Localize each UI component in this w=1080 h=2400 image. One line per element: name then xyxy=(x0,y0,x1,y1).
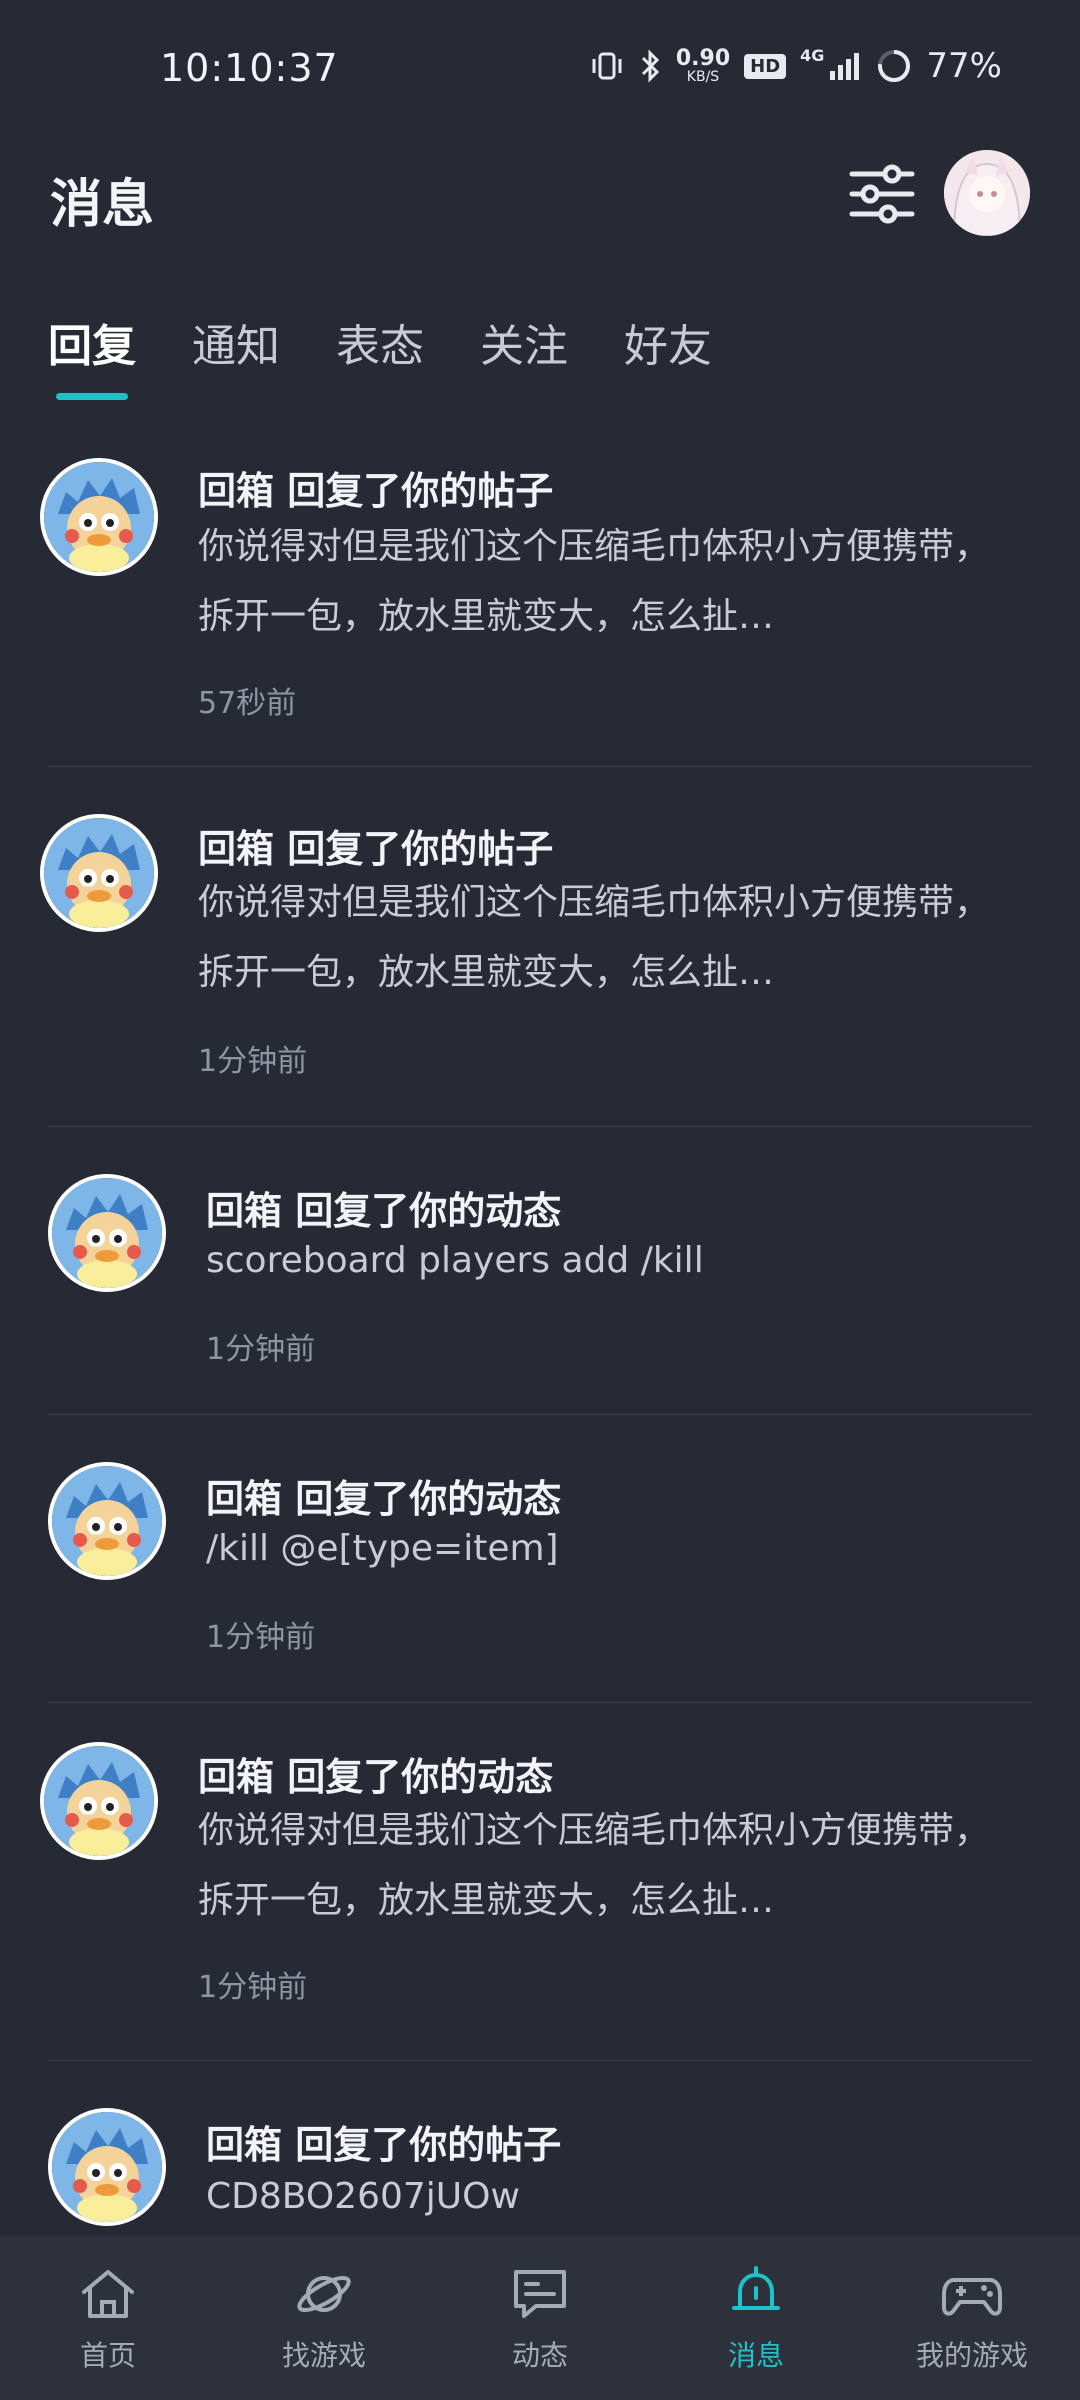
tab-follow[interactable]: 关注 xyxy=(480,310,568,396)
sender-avatar[interactable] xyxy=(48,1462,166,1580)
nav-my-games[interactable]: 我的游戏 xyxy=(872,2262,1072,2374)
user-avatar[interactable] xyxy=(944,150,1030,236)
nav-label: 我的游戏 xyxy=(915,2339,1028,2372)
gamepad-icon xyxy=(942,2278,1002,2316)
message-body: CD8BO2607jUOw xyxy=(206,2176,520,2217)
tab-reply[interactable]: 回复 xyxy=(48,310,136,400)
message-title: 回箱 回复了你的动态 xyxy=(198,1755,554,1799)
signal-icon xyxy=(830,53,860,80)
speed-value: 0.90 xyxy=(675,46,731,71)
home-icon xyxy=(82,2270,134,2318)
nav-feed[interactable]: 动态 xyxy=(440,2262,640,2374)
divider xyxy=(48,1126,1032,1127)
message-title: 回箱 回复了你的帖子 xyxy=(198,469,554,513)
message-time: 1分钟前 xyxy=(198,1044,308,1079)
divider xyxy=(48,1414,1032,1415)
message-time: 57秒前 xyxy=(198,686,297,721)
list-item[interactable]: 回箱 回复了你的动态 你说得对但是我们这个压缩毛巾体积小方便携带，拆开一包，放水… xyxy=(0,1704,1080,2062)
list-item[interactable]: 回箱 回复了你的帖子 你说得对但是我们这个压缩毛巾体积小方便携带，拆开一包，放水… xyxy=(0,420,1080,768)
list-item[interactable]: 回箱 回复了你的动态 /kill @e[type=item] 1分钟前 xyxy=(0,1416,1080,1704)
sender-avatar[interactable] xyxy=(40,458,158,576)
sender-avatar[interactable] xyxy=(40,1742,158,1860)
message-body: 你说得对但是我们这个压缩毛巾体积小方便携带，拆开一包，放水里就变大，怎么扯… xyxy=(198,882,991,993)
message-time: 1分钟前 xyxy=(198,1970,308,2005)
cartoon-avatar-icon xyxy=(44,818,154,928)
network-speed: 0.90 KB/S xyxy=(675,46,731,85)
nav-label: 找游戏 xyxy=(281,2339,366,2372)
nav-label: 消息 xyxy=(727,2339,784,2372)
bluetooth-icon xyxy=(641,49,659,83)
divider xyxy=(48,2060,1032,2061)
battery-percent: 77% xyxy=(926,46,1002,86)
message-body: /kill @e[type=item] xyxy=(206,1528,559,1569)
hd-badge: HD xyxy=(744,53,787,79)
divider xyxy=(48,1702,1032,1703)
message-tabs: 回复 通知 表态 关注 好友 xyxy=(48,310,712,400)
bottom-nav: 首页 找游戏 动态 消息 我的游戏 xyxy=(0,2236,1080,2400)
cartoon-avatar-icon xyxy=(44,462,154,572)
message-body: 你说得对但是我们这个压缩毛巾体积小方便携带，拆开一包，放水里就变大，怎么扯… xyxy=(198,526,991,637)
status-time: 10:10:37 xyxy=(160,46,339,90)
cartoon-avatar-icon xyxy=(52,1466,162,1576)
sliders-icon xyxy=(849,164,915,224)
message-title: 回箱 回复了你的帖子 xyxy=(198,827,554,871)
anime-avatar-icon xyxy=(944,150,1030,236)
nav-label: 动态 xyxy=(511,2339,568,2372)
message-body: scoreboard players add /kill xyxy=(206,1240,704,1281)
bell-icon xyxy=(732,2266,780,2310)
tab-notice[interactable]: 通知 xyxy=(192,310,280,396)
nav-find-games[interactable]: 找游戏 xyxy=(224,2262,424,2374)
message-time: 1分钟前 xyxy=(206,1332,316,1367)
status-icons: 0.90 KB/S HD 4G 77% xyxy=(590,46,1002,86)
speed-unit: KB/S xyxy=(686,69,720,85)
nav-home[interactable]: 首页 xyxy=(8,2262,208,2374)
cartoon-avatar-icon xyxy=(44,1746,154,1856)
message-time: 1分钟前 xyxy=(206,1620,316,1655)
network-type: 4G xyxy=(800,46,825,65)
nav-messages[interactable]: 消息 xyxy=(656,2262,856,2374)
chat-icon xyxy=(514,2270,566,2318)
list-item[interactable]: 回箱 回复了你的动态 scoreboard players add /kill … xyxy=(0,1128,1080,1416)
tab-reaction[interactable]: 表态 xyxy=(336,310,424,396)
cartoon-avatar-icon xyxy=(52,1178,162,1288)
sender-avatar[interactable] xyxy=(48,2108,166,2226)
divider xyxy=(48,766,1032,767)
message-body: 你说得对但是我们这个压缩毛巾体积小方便携带，拆开一包，放水里就变大，怎么扯… xyxy=(198,1810,991,1921)
planet-icon xyxy=(297,2275,351,2313)
nav-label: 首页 xyxy=(79,2339,136,2372)
cartoon-avatar-icon xyxy=(52,2112,162,2222)
tab-friends[interactable]: 好友 xyxy=(624,310,712,396)
sender-avatar[interactable] xyxy=(48,1174,166,1292)
vibrate-icon xyxy=(592,52,622,80)
status-bar: 10:10:37 0.90 KB/S HD 4G 77% xyxy=(0,0,1080,140)
battery-ring-icon xyxy=(878,50,911,82)
sender-avatar[interactable] xyxy=(40,814,158,932)
list-item[interactable]: 回箱 回复了你的帖子 你说得对但是我们这个压缩毛巾体积小方便携带，拆开一包，放水… xyxy=(0,768,1080,1128)
page-title: 消息 xyxy=(50,175,155,235)
filter-button[interactable] xyxy=(846,160,918,228)
list-item[interactable]: 回箱 回复了你的帖子 CD8BO2607jUOw xyxy=(0,2062,1080,2242)
message-title: 回箱 回复了你的帖子 xyxy=(206,2123,562,2167)
